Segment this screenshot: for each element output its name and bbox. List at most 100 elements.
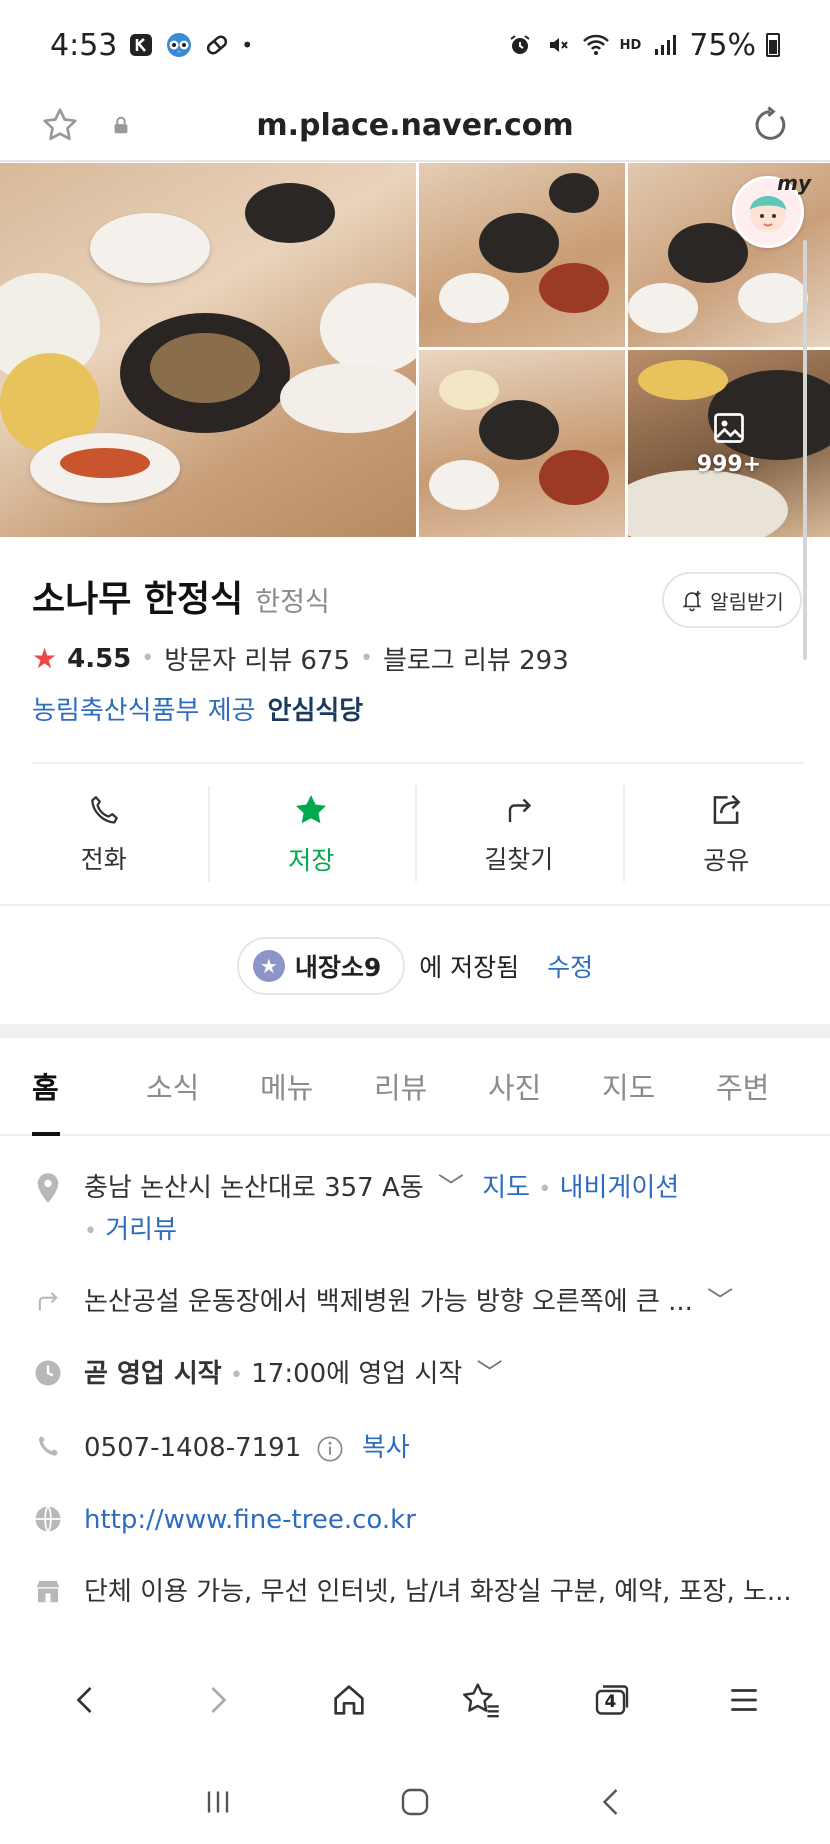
saved-edit-link[interactable]: 수정 — [547, 948, 593, 984]
home-icon — [329, 1680, 369, 1720]
share-icon — [707, 791, 745, 829]
bell-plus-icon — [680, 588, 704, 612]
browser-url-bar: m.place.naver.com — [0, 90, 830, 162]
separator-dot: • — [360, 646, 373, 671]
hd-voice-icon: HD — [619, 37, 642, 53]
photo-thumb[interactable] — [419, 350, 625, 537]
hours-detail[interactable]: 17:00에 영업 시작 — [251, 1359, 462, 1389]
chevron-down-icon[interactable]: ﹀ — [707, 1287, 733, 1317]
navigation-link[interactable]: 내비게이션 — [560, 1173, 680, 1203]
website-link[interactable]: http://www.fine-tree.co.kr — [84, 1505, 416, 1535]
home-button[interactable] — [314, 1665, 384, 1735]
phone-icon — [32, 1428, 64, 1460]
phone-number[interactable]: 0507-1408-7191 — [84, 1433, 301, 1463]
wifi-icon — [582, 31, 610, 59]
app-k-icon — [127, 31, 155, 59]
hamburger-menu-icon — [725, 1681, 763, 1719]
back-button[interactable] — [51, 1665, 121, 1735]
separator-dot: • — [141, 646, 155, 671]
alarm-button[interactable]: 알림받기 — [662, 572, 802, 628]
forward-button[interactable] — [182, 1665, 252, 1735]
battery-percent: 75% — [689, 27, 756, 63]
tabs-icon: 4 — [592, 1682, 632, 1718]
photo-gallery[interactable]: 999+ — [0, 163, 830, 537]
save-button[interactable]: 저장 — [207, 764, 416, 904]
tab-review[interactable]: 리뷰 — [374, 1038, 488, 1134]
map-link[interactable]: 지도 — [482, 1173, 530, 1203]
bookmark-list-icon — [460, 1680, 502, 1720]
action-bar: 전화 저장 길찾기 공유 — [0, 764, 830, 904]
tab-map[interactable]: 지도 — [602, 1038, 716, 1134]
recent-apps-icon[interactable] — [200, 1784, 236, 1820]
directions-icon — [501, 792, 537, 828]
alarm-icon — [506, 31, 534, 59]
my-avatar[interactable]: my — [732, 171, 811, 248]
location-pin-icon — [32, 1168, 64, 1204]
tab-news[interactable]: 소식 — [146, 1038, 260, 1134]
amenities-text[interactable]: 단체 이용 가능, 무선 인터넷, 남/녀 화장실 구분, 예약, 포장, 노.… — [84, 1577, 792, 1607]
call-label: 전화 — [80, 845, 127, 874]
address-row: 충남 논산시 논산대로 357 A동 ﹀ 지도 • 내비게이션 • 거리뷰 — [32, 1168, 812, 1252]
photo-more-count: 999+ — [696, 452, 762, 477]
save-label: 저장 — [288, 846, 335, 875]
signal-icon — [651, 31, 679, 59]
place-title: 소나무 한정식 한정식 — [32, 570, 330, 622]
tab-nearby[interactable]: 주변 — [716, 1038, 830, 1134]
status-bar: 4:53 • HD 75% — [0, 0, 830, 90]
separator-dot: • — [229, 1363, 243, 1388]
safe-restaurant-row[interactable]: 농림축산식품부 제공 안심식당 — [32, 690, 363, 727]
safe-provider: 농림축산식품부 제공 — [32, 696, 256, 726]
bookmarks-button[interactable] — [446, 1665, 516, 1735]
notification-dot-icon: • — [241, 33, 254, 57]
system-back-icon[interactable] — [594, 1784, 630, 1820]
street-view-link[interactable]: 거리뷰 — [105, 1215, 177, 1245]
avatar-label: my — [777, 171, 811, 195]
system-home-icon[interactable] — [397, 1784, 433, 1820]
gallery-icon — [711, 410, 747, 452]
hours-row: 곧 영업 시작 • 17:00에 영업 시작 ﹀ — [32, 1354, 812, 1396]
saved-list-chip[interactable]: ★ 내장소9 — [236, 937, 406, 995]
tab-photos[interactable]: 사진 — [488, 1038, 602, 1134]
battery-icon — [766, 33, 780, 57]
tab-home[interactable]: 홈 — [32, 1038, 146, 1136]
menu-button[interactable] — [709, 1665, 779, 1735]
blog-review-link[interactable]: 블로그 리뷰 293 — [383, 640, 569, 677]
chevron-left-icon — [68, 1682, 104, 1718]
tab-menu[interactable]: 메뉴 — [260, 1038, 374, 1134]
app-pill-icon — [203, 31, 231, 59]
mute-icon — [544, 31, 572, 59]
place-tabs: 홈 소식 메뉴 리뷰 사진 지도 주변 — [0, 1038, 830, 1136]
website-row: http://www.fine-tree.co.kr — [32, 1500, 812, 1540]
divider — [0, 904, 830, 906]
globe-icon — [32, 1500, 64, 1534]
amenities-row: 단체 이용 가능, 무선 인터넷, 남/녀 화장실 구분, 예약, 포장, 노.… — [32, 1572, 812, 1612]
directions-button[interactable]: 길찾기 — [415, 764, 623, 904]
separator-dot: • — [538, 1177, 552, 1202]
route-icon — [32, 1282, 64, 1314]
chevron-down-icon[interactable]: ﹀ — [438, 1173, 464, 1203]
info-circle-icon[interactable] — [316, 1435, 344, 1463]
url-text[interactable]: m.place.naver.com — [0, 108, 830, 143]
hours-status: 곧 영업 시작 — [84, 1359, 222, 1389]
photo-thumb[interactable] — [419, 163, 625, 347]
main-photo[interactable] — [0, 163, 416, 537]
address-text[interactable]: 충남 논산시 논산대로 357 A동 — [84, 1173, 424, 1203]
call-button[interactable]: 전화 — [0, 764, 208, 904]
copy-link[interactable]: 복사 — [362, 1433, 410, 1463]
chevron-down-icon[interactable]: ﹀ — [477, 1359, 503, 1389]
app-owl-icon — [165, 31, 193, 59]
photo-more-overlay[interactable]: 999+ — [628, 350, 830, 537]
visitor-review-link[interactable]: 방문자 리뷰 675 — [164, 640, 350, 677]
separator-dot: • — [84, 1219, 97, 1244]
directions-label: 길찾기 — [484, 845, 554, 874]
phone-icon — [86, 792, 122, 828]
saved-list-name: 내장소9 — [294, 953, 382, 982]
clock-icon — [32, 1354, 64, 1388]
star-icon — [292, 791, 330, 829]
share-button[interactable]: 공유 — [622, 764, 830, 904]
directions-text[interactable]: 논산공설 운동장에서 백제병원 가능 방향 오른쪽에 큰 ... — [84, 1287, 693, 1317]
saved-suffix: 에 저장됨 — [419, 953, 520, 982]
saved-list-star-icon: ★ — [252, 950, 285, 982]
tabs-button[interactable]: 4 — [577, 1665, 647, 1735]
scroll-indicator — [803, 240, 807, 660]
